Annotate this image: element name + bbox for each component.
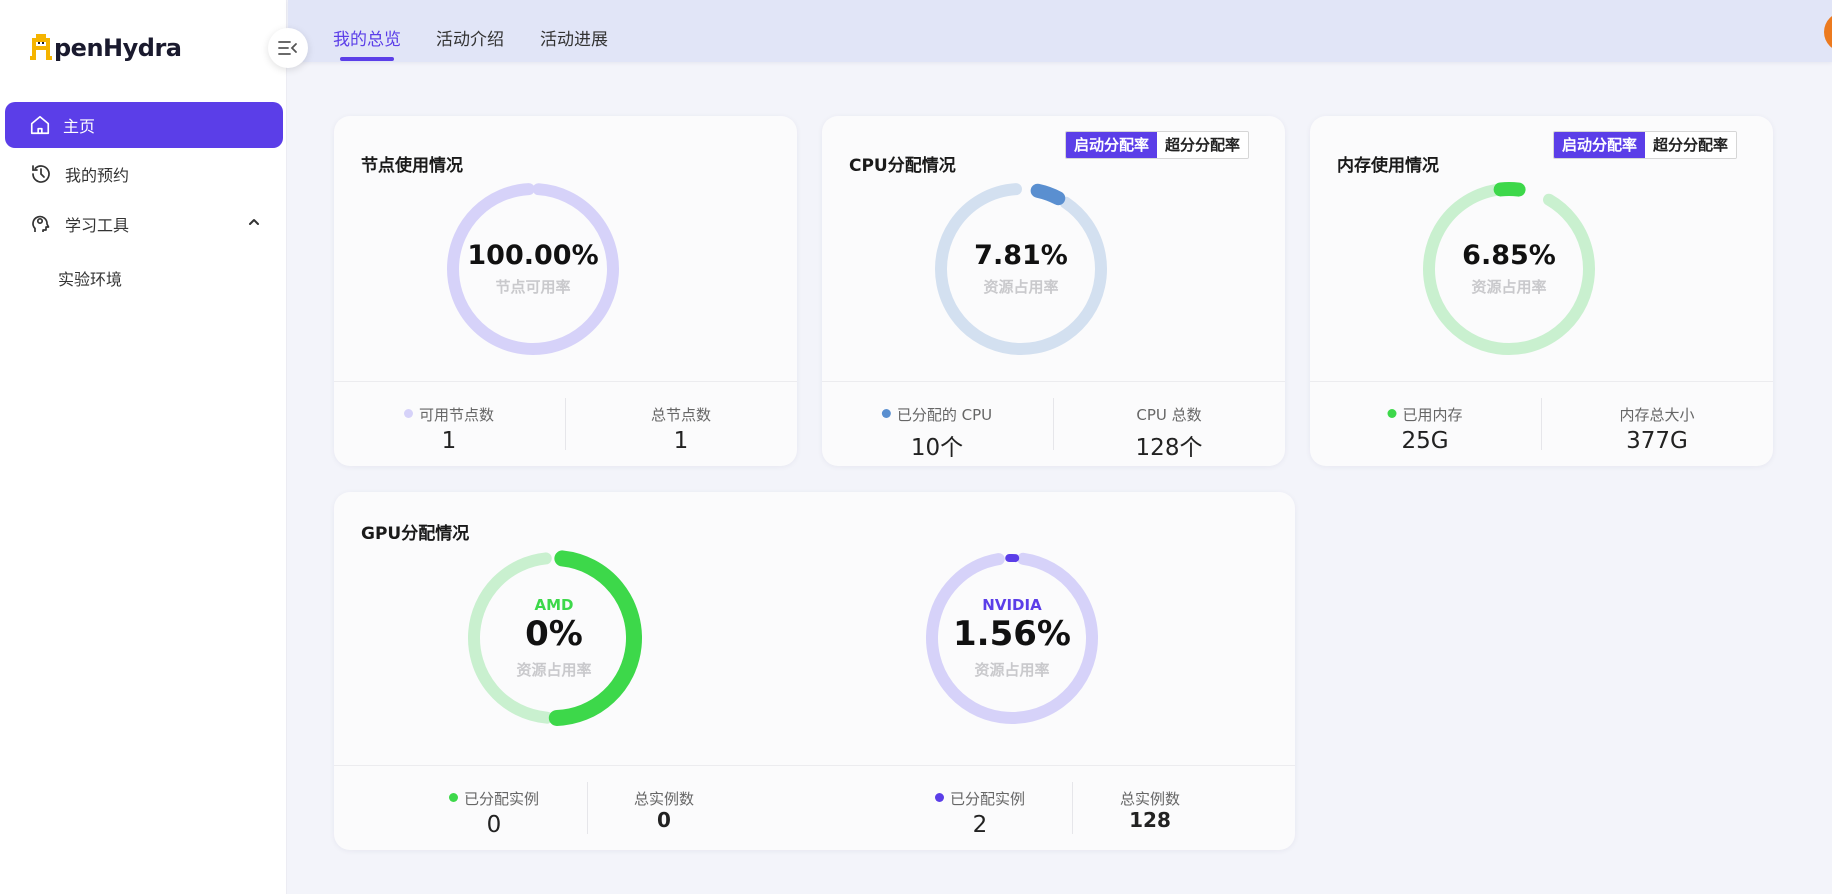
topbar — [288, 0, 1832, 62]
active-tab-indicator — [340, 57, 394, 61]
logo-text: penHydra — [54, 34, 182, 62]
divider — [822, 381, 1285, 382]
sidebar: penHydra 主页 我的预约 学习工具 实验环境 — [0, 0, 287, 894]
sidebar-item-label: 主页 — [63, 117, 96, 136]
tab-activity-intro[interactable]: 活动介绍 — [436, 25, 504, 50]
card-title: GPU分配情况 — [361, 524, 470, 544]
stat-value-available-nodes: 1 — [441, 428, 457, 454]
stat-label-total-memory: 内存总大小 — [1619, 406, 1695, 424]
stat-label-allocated-cpu: 已分配的 CPU — [881, 404, 992, 425]
stat-label-amd-total: 总实例数 — [633, 790, 695, 808]
gauge-value: 1.56% — [953, 613, 1071, 654]
divider — [334, 765, 1295, 766]
allocation-rate-toggle: 启动分配率 超分分配率 — [1553, 131, 1738, 159]
legend-dot — [934, 793, 944, 802]
allocation-rate-toggle: 启动分配率 超分分配率 — [1065, 131, 1250, 159]
stat-value-amd-allocated: 0 — [486, 812, 502, 838]
memory-usage-gauge: 6.85% 资源占用率 — [1419, 179, 1599, 359]
stat-label-used-memory: 已用内存 — [1387, 404, 1463, 425]
stat-separator — [1541, 398, 1542, 450]
stat-value-total-cpu: 128个 — [1135, 435, 1203, 461]
gpu-allocation-card: GPU分配情况 AMD 0% 资源占用率 NVIDIA 1.56% 资源占用率 … — [334, 492, 1295, 850]
stat-separator — [565, 398, 566, 450]
startup-rate-button[interactable]: 启动分配率 — [1554, 132, 1646, 158]
stat-value-total-memory: 377G — [1626, 428, 1688, 454]
stat-value-nvidia-allocated: 2 — [972, 812, 988, 838]
gauge-brand-label: NVIDIA — [982, 595, 1042, 614]
logo[interactable]: penHydra — [30, 30, 182, 66]
stat-label-available-nodes: 可用节点数 — [403, 404, 494, 425]
stat-value-used-memory: 25G — [1401, 428, 1449, 454]
tab-overview[interactable]: 我的总览 — [333, 25, 401, 50]
startup-rate-button[interactable]: 启动分配率 — [1066, 132, 1158, 158]
legend-dot — [403, 409, 413, 418]
home-icon — [30, 115, 50, 135]
node-usage-card: 节点使用情况 100.00% 节点可用率 可用节点数 1 总节点数 1 — [334, 116, 797, 466]
tab-activity-progress[interactable]: 活动进展 — [540, 25, 608, 50]
cpu-allocation-card: CPU分配情况 启动分配率 超分分配率 7.81% 资源占用率 已分配的 CPU… — [822, 116, 1285, 466]
sidebar-item-home[interactable]: 主页 — [5, 102, 283, 148]
sidebar-item-learning-tools[interactable]: 学习工具 — [5, 201, 283, 247]
sidebar-item-label: 我的预约 — [65, 166, 130, 185]
gauge-sub-label: 资源占用率 — [983, 278, 1059, 297]
stat-value-allocated-cpu: 10个 — [910, 435, 964, 461]
divider — [334, 381, 797, 382]
gauge-value: 0% — [525, 613, 583, 654]
cpu-usage-gauge: 7.81% 资源占用率 — [931, 179, 1111, 359]
gauge-sub-label: 资源占用率 — [974, 661, 1050, 680]
gauge-sub-label: 资源占用率 — [1471, 278, 1547, 297]
card-title: 节点使用情况 — [361, 156, 463, 176]
chevron-up-icon[interactable] — [247, 215, 261, 229]
stat-separator — [587, 782, 588, 834]
node-availability-gauge: 100.00% 节点可用率 — [443, 179, 623, 359]
card-title: CPU分配情况 — [849, 156, 956, 176]
card-title: 内存使用情况 — [1337, 156, 1439, 176]
stat-label-amd-allocated: 已分配实例 — [448, 788, 539, 809]
sidebar-item-label: 学习工具 — [65, 216, 130, 235]
legend-dot — [448, 793, 458, 802]
head-gear-icon — [32, 215, 50, 232]
legend-dot — [881, 409, 891, 418]
legend-dot — [1387, 409, 1397, 418]
stat-value-total-nodes: 1 — [673, 428, 689, 454]
stat-value-nvidia-total: 128 — [1129, 808, 1171, 832]
divider — [1310, 381, 1773, 382]
hydra-logo-icon — [30, 34, 52, 60]
clock-history-icon — [32, 165, 50, 183]
gauge-sub-label: 节点可用率 — [495, 278, 571, 297]
menu-collapse-icon — [278, 41, 297, 55]
gauge-value: 6.85% — [1462, 239, 1556, 271]
collapse-sidebar-button[interactable] — [268, 28, 308, 68]
stat-label-total-nodes: 总节点数 — [650, 406, 712, 424]
gauge-value: 7.81% — [974, 239, 1068, 271]
gauge-sub-label: 资源占用率 — [516, 661, 592, 680]
stat-separator — [1072, 782, 1073, 834]
memory-usage-card: 内存使用情况 启动分配率 超分分配率 6.85% 资源占用率 已用内存 25G … — [1310, 116, 1773, 466]
amd-usage-gauge: AMD 0% 资源占用率 — [464, 548, 644, 728]
sidebar-subitem-lab-env[interactable]: 实验环境 — [58, 266, 122, 290]
stat-label-nvidia-allocated: 已分配实例 — [934, 788, 1025, 809]
nvidia-usage-gauge: NVIDIA 1.56% 资源占用率 — [922, 548, 1102, 728]
gauge-value: 100.00% — [467, 239, 599, 271]
stat-separator — [1053, 398, 1054, 450]
stat-label-total-cpu: CPU 总数 — [1136, 406, 1202, 424]
sidebar-item-reservations[interactable]: 我的预约 — [5, 151, 283, 197]
stat-label-nvidia-total: 总实例数 — [1119, 790, 1181, 808]
gauge-brand-label: AMD — [534, 595, 574, 614]
oversubscription-rate-button[interactable]: 超分分配率 — [1157, 132, 1249, 158]
stat-value-amd-total: 0 — [657, 808, 671, 832]
oversubscription-rate-button[interactable]: 超分分配率 — [1645, 132, 1737, 158]
